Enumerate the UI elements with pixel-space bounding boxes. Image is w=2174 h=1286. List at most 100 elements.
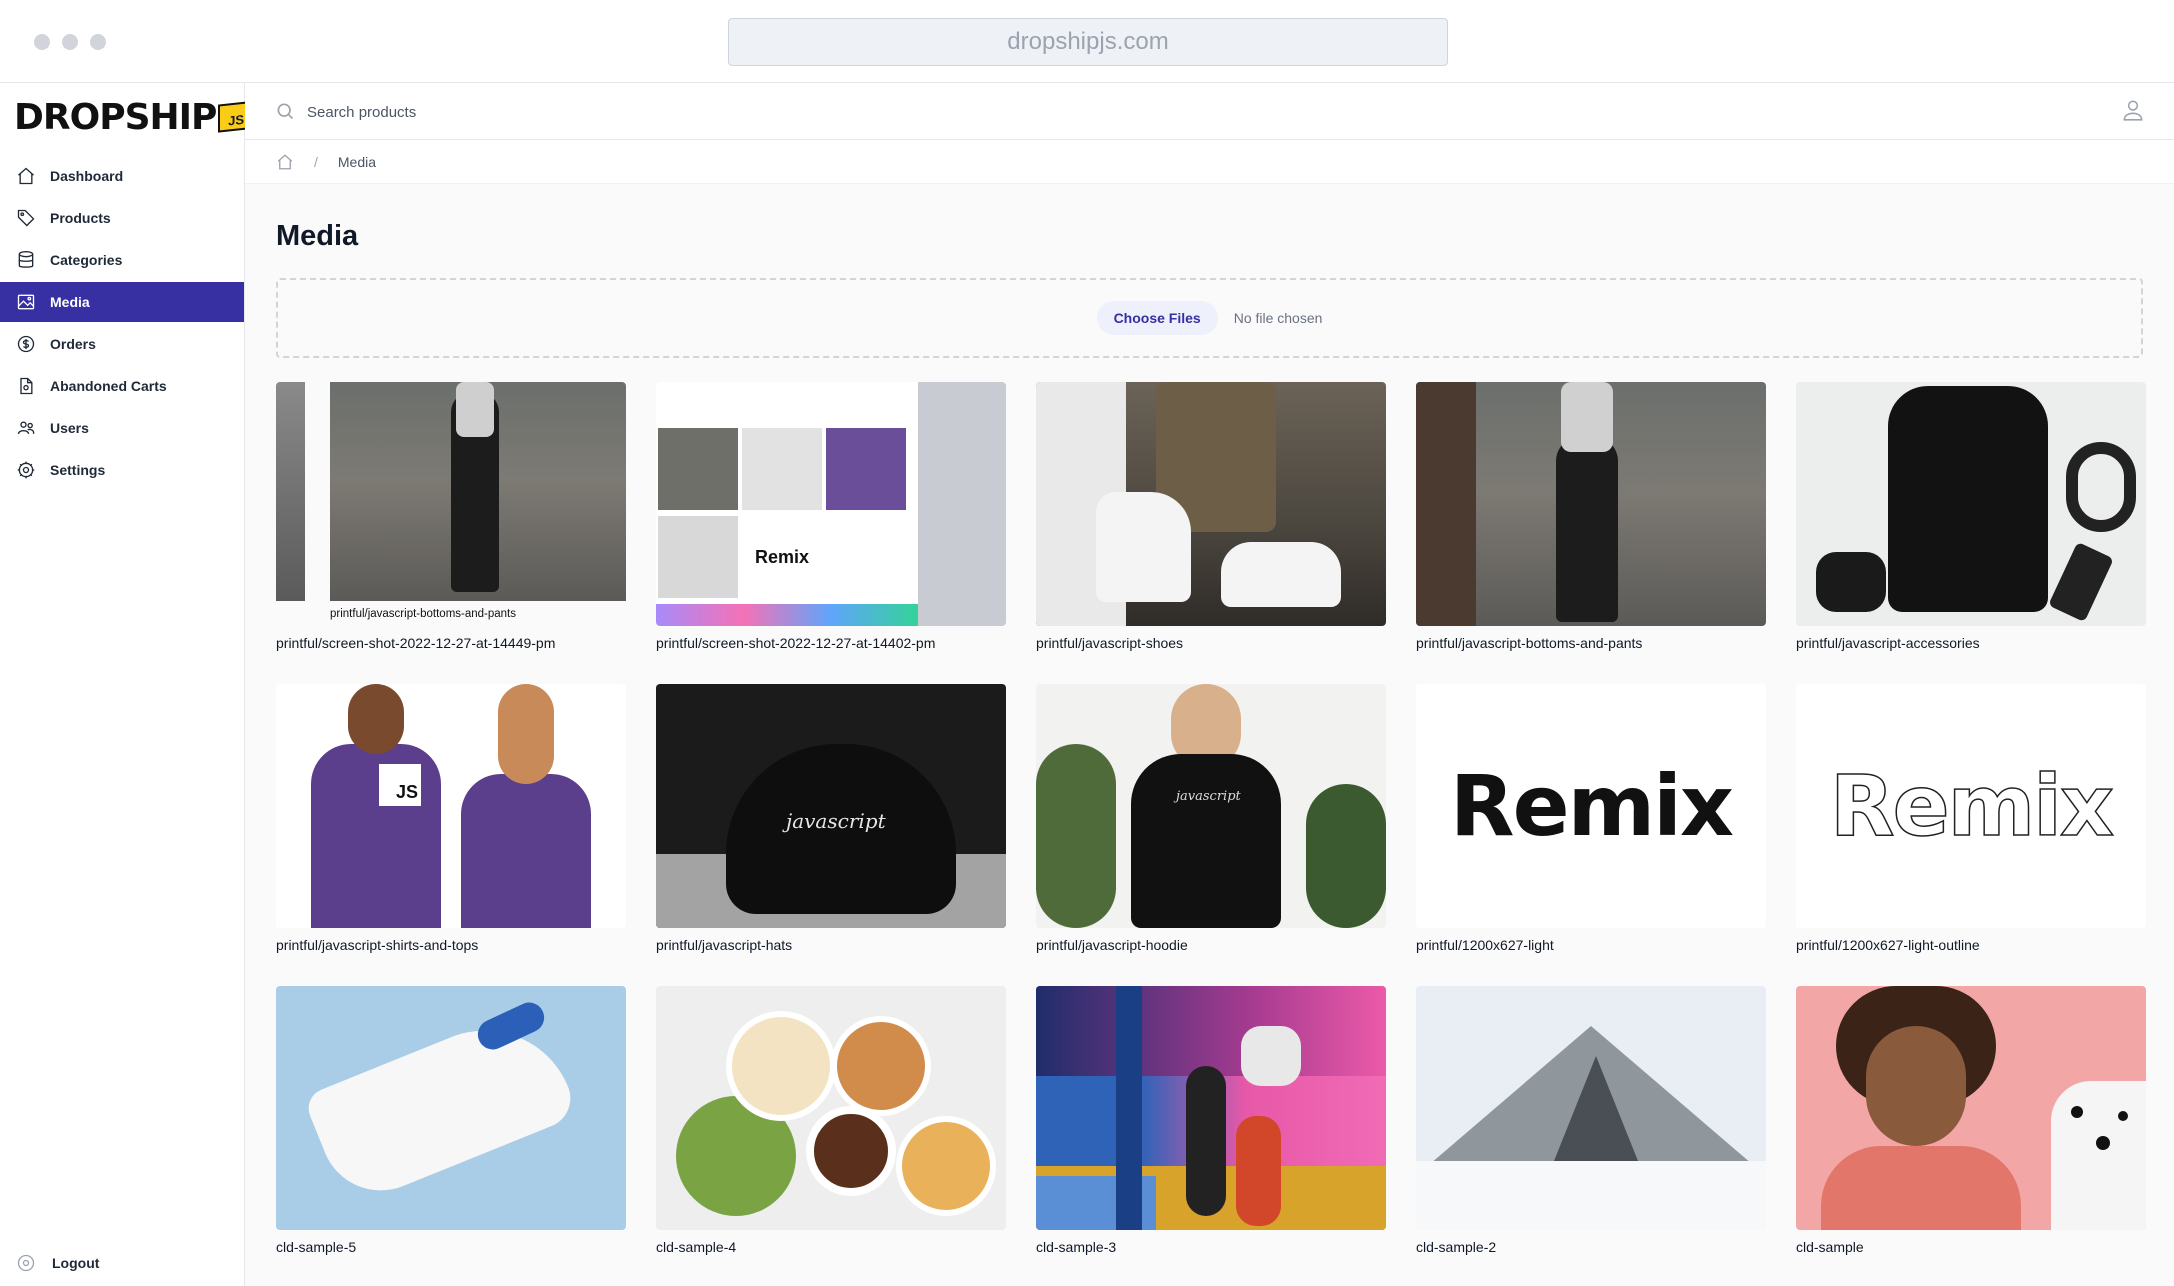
media-caption: cld-sample (1796, 1239, 1864, 1255)
logout-button[interactable]: Logout (16, 1248, 99, 1278)
brand-badge: JS (218, 101, 249, 133)
media-thumbnail[interactable] (1036, 382, 1386, 626)
media-thumbnail[interactable]: Remix (656, 382, 1006, 626)
media-thumbnail[interactable]: printful/javascript-bottoms-and-pants (276, 382, 626, 626)
media-item[interactable]: JS printful/javascript-shirts-and-tops (276, 684, 626, 953)
media-item[interactable]: javascript printful/javascript-hoodie (1036, 684, 1386, 953)
sidebar-item-label: Dashboard (50, 168, 124, 184)
document-icon (16, 376, 36, 396)
thumb-js-text: JS (379, 764, 421, 806)
tag-icon (16, 208, 36, 228)
media-caption: printful/javascript-accessories (1796, 635, 1980, 651)
media-caption: printful/javascript-shoes (1036, 635, 1184, 651)
thumb-hat-text: javascript (786, 809, 886, 833)
media-item[interactable]: printful/javascript-bottoms-and-pants pri… (276, 382, 626, 651)
thumb-remix-logo: Remix (1449, 757, 1734, 855)
page-title: Media (276, 220, 359, 252)
media-item[interactable]: cld-sample-5 (276, 986, 626, 1255)
thumb-remix-logo-outline: Remix (1829, 756, 2115, 856)
window-maximize-dot[interactable] (90, 34, 106, 50)
media-thumbnail[interactable] (656, 986, 1006, 1230)
home-icon (16, 166, 36, 186)
window-minimize-dot[interactable] (62, 34, 78, 50)
browser-chrome: dropshipjs.com (0, 0, 2174, 83)
media-item[interactable]: printful/javascript-shoes (1036, 382, 1386, 651)
media-caption: printful/screen-shot-2022-12-27-at-14449… (276, 635, 556, 651)
breadcrumb-separator: / (314, 153, 318, 170)
logout-label: Logout (52, 1255, 100, 1271)
address-bar[interactable]: dropshipjs.com (728, 18, 1448, 66)
brand-logo[interactable]: DROPSHIP JS (14, 95, 249, 139)
sidebar-item-products[interactable]: Products (0, 198, 244, 238)
gear-icon (16, 460, 36, 480)
media-item[interactable]: printful/javascript-accessories (1796, 382, 2146, 651)
media-caption: printful/1200x627-light (1416, 937, 1554, 953)
sidebar-item-label: Media (50, 294, 90, 310)
sidebar-nav: Dashboard Products Categories Media Orders Ab… (0, 156, 244, 492)
sidebar-item-orders[interactable]: Orders (0, 324, 244, 364)
media-caption: printful/javascript-hoodie (1036, 937, 1188, 953)
sidebar: DROPSHIP JS Dashboard Products Categories M… (0, 83, 249, 1286)
media-caption: cld-sample-2 (1416, 1239, 1497, 1255)
media-caption: printful/screen-shot-2022-12-27-at-14402… (656, 635, 936, 651)
breadcrumb-home-icon[interactable] (276, 153, 294, 171)
media-item[interactable]: Remix printful/1200x627-light (1416, 684, 1766, 953)
media-thumbnail[interactable]: Remix (1416, 684, 1766, 928)
media-item[interactable]: cld-sample (1796, 986, 2146, 1255)
users-icon (16, 418, 36, 438)
sidebar-item-categories[interactable]: Categories (0, 240, 244, 280)
media-item[interactable]: Remix printful/screen-shot-2022-12-27-at-… (656, 382, 1006, 651)
logout-icon (17, 1254, 35, 1272)
media-thumbnail[interactable] (1796, 382, 2146, 626)
sidebar-item-label: Products (50, 210, 111, 226)
sidebar-item-settings[interactable]: Settings (0, 450, 244, 490)
media-thumbnail[interactable] (1416, 382, 1766, 626)
sidebar-item-label: Categories (50, 252, 123, 268)
upload-dropzone[interactable]: Choose Files No file chosen (276, 278, 2143, 358)
media-thumbnail[interactable]: Remix (1796, 684, 2146, 928)
upload-status: No file chosen (1233, 310, 1323, 326)
top-bar (245, 83, 2174, 140)
sidebar-item-dashboard[interactable]: Dashboard (0, 156, 244, 196)
sidebar-item-users[interactable]: Users (0, 408, 244, 448)
media-caption: printful/javascript-bottoms-and-pants (1416, 635, 1643, 651)
sidebar-item-media[interactable]: Media (0, 282, 244, 322)
database-icon (16, 250, 36, 270)
sidebar-item-label: Orders (50, 336, 96, 352)
media-thumbnail[interactable] (1036, 986, 1386, 1230)
thumb-inner-caption: printful/javascript-bottoms-and-pants (330, 608, 516, 620)
media-caption: printful/1200x627-light-outline (1796, 937, 1980, 953)
media-thumbnail[interactable]: JS (276, 684, 626, 928)
window-close-dot[interactable] (34, 34, 50, 50)
choose-files-button[interactable]: Choose Files (1096, 301, 1218, 335)
main-content: Media Choose Files No file chosen printf… (245, 184, 2174, 1286)
media-item[interactable]: cld-sample-3 (1036, 986, 1386, 1255)
breadcrumb: / Media (245, 140, 2174, 184)
media-item[interactable]: Remix printful/1200x627-light-outline (1796, 684, 2146, 953)
user-icon[interactable] (2120, 97, 2146, 123)
search-icon (277, 103, 294, 120)
media-thumbnail[interactable] (1416, 986, 1766, 1230)
media-caption: printful/javascript-shirts-and-tops (276, 937, 479, 953)
sidebar-item-abandoned-carts[interactable]: Abandoned Carts (0, 366, 244, 406)
media-caption: cld-sample-5 (276, 1239, 357, 1255)
media-item[interactable]: printful/javascript-bottoms-and-pants (1416, 382, 1766, 651)
media-caption: cld-sample-3 (1036, 1239, 1117, 1255)
breadcrumb-current: Media (337, 153, 377, 170)
media-item[interactable]: cld-sample-2 (1416, 986, 1766, 1255)
image-icon (16, 292, 36, 312)
sidebar-item-label: Users (50, 420, 89, 436)
media-caption: printful/javascript-hats (656, 937, 793, 953)
brand-name: DROPSHIP (14, 96, 217, 138)
dollar-icon (16, 334, 36, 354)
media-item[interactable]: javascript printful/javascript-hats (656, 684, 1006, 953)
media-thumbnail[interactable] (276, 986, 626, 1230)
media-item[interactable]: cld-sample-4 (656, 986, 1006, 1255)
media-thumbnail[interactable]: javascript (656, 684, 1006, 928)
media-thumbnail[interactable]: javascript (1036, 684, 1386, 928)
media-thumbnail[interactable] (1796, 986, 2146, 1230)
sidebar-item-label: Abandoned Carts (50, 378, 167, 394)
sidebar-item-label: Settings (50, 462, 106, 478)
thumb-remix-text: Remix (742, 516, 822, 598)
search-input[interactable] (307, 95, 907, 129)
